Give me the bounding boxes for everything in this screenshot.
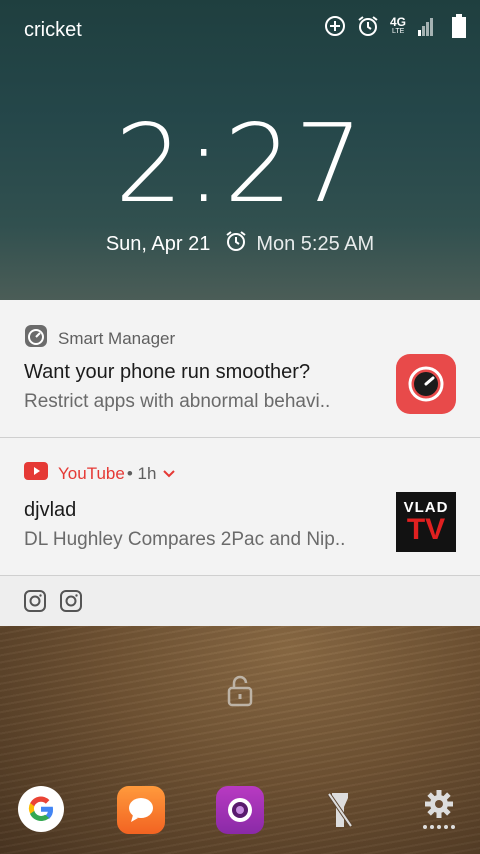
- smart-manager-thumbnail: [396, 354, 456, 414]
- alarm-icon: [356, 14, 380, 38]
- notification-header: Smart Manager: [24, 324, 175, 353]
- network-subtype-label: LTE: [392, 28, 405, 35]
- network-type-label: 4G: [390, 15, 407, 29]
- carrier-label: cricket: [24, 19, 82, 41]
- gauge-icon: [408, 366, 444, 402]
- smart-manager-icon: [24, 324, 48, 353]
- date-label: Sun, Apr 21: [105, 232, 211, 255]
- date-line: Sun, Apr 21 Mon 5:25 AM: [0, 229, 480, 259]
- google-icon[interactable]: [18, 786, 64, 832]
- battery-icon: [452, 14, 466, 38]
- notification-smart-manager[interactable]: Smart Manager Want your phone run smooth…: [0, 300, 480, 438]
- next-alarm-label: Mon 5:25 AM: [256, 232, 375, 255]
- messages-icon[interactable]: [117, 786, 165, 834]
- notification-body: DL Hughley Compares 2Pac and Nip..: [24, 529, 346, 550]
- chevron-down-icon[interactable]: [162, 464, 176, 484]
- flashlight-icon[interactable]: [316, 786, 364, 834]
- notification-panel: Smart Manager Want your phone run smooth…: [0, 300, 480, 626]
- notification-body: Restrict apps with abnormal behavi..: [24, 391, 331, 412]
- notification-app-name: Smart Manager: [58, 328, 176, 348]
- youtube-icon: [24, 462, 48, 485]
- notification-title: Want your phone run smoother?: [24, 361, 311, 383]
- settings-icon[interactable]: [415, 786, 463, 834]
- lockscreen-shortcuts: [0, 786, 480, 838]
- network-indicator: 4G LTE: [390, 15, 414, 37]
- camera-icon[interactable]: [216, 786, 264, 834]
- notification-overflow-row[interactable]: [0, 576, 480, 626]
- notification-title: djvlad: [24, 499, 77, 521]
- notification-youtube[interactable]: YouTube • 1h djvlad DL Hughley Compares …: [0, 438, 480, 576]
- status-bar: cricket 4G LTE: [0, 0, 480, 60]
- data-saver-icon: [324, 15, 346, 37]
- lockscreen-clock: 2:27: [114, 102, 366, 227]
- thumb-logo-bottom: TV: [406, 512, 446, 546]
- signal-icon: [418, 16, 434, 36]
- unlock-icon[interactable]: [227, 675, 253, 712]
- status-icons: 4G LTE: [324, 14, 466, 38]
- alarm-small-icon: [224, 229, 248, 259]
- overflow-icons: [24, 590, 82, 617]
- vladtv-thumbnail: VLAD TV: [396, 492, 456, 552]
- notification-header: YouTube • 1h: [24, 462, 176, 485]
- instagram-icon: [60, 590, 82, 617]
- notification-app-name: YouTube: [58, 463, 125, 483]
- notification-time: • 1h: [126, 463, 157, 483]
- instagram-icon: [24, 590, 46, 617]
